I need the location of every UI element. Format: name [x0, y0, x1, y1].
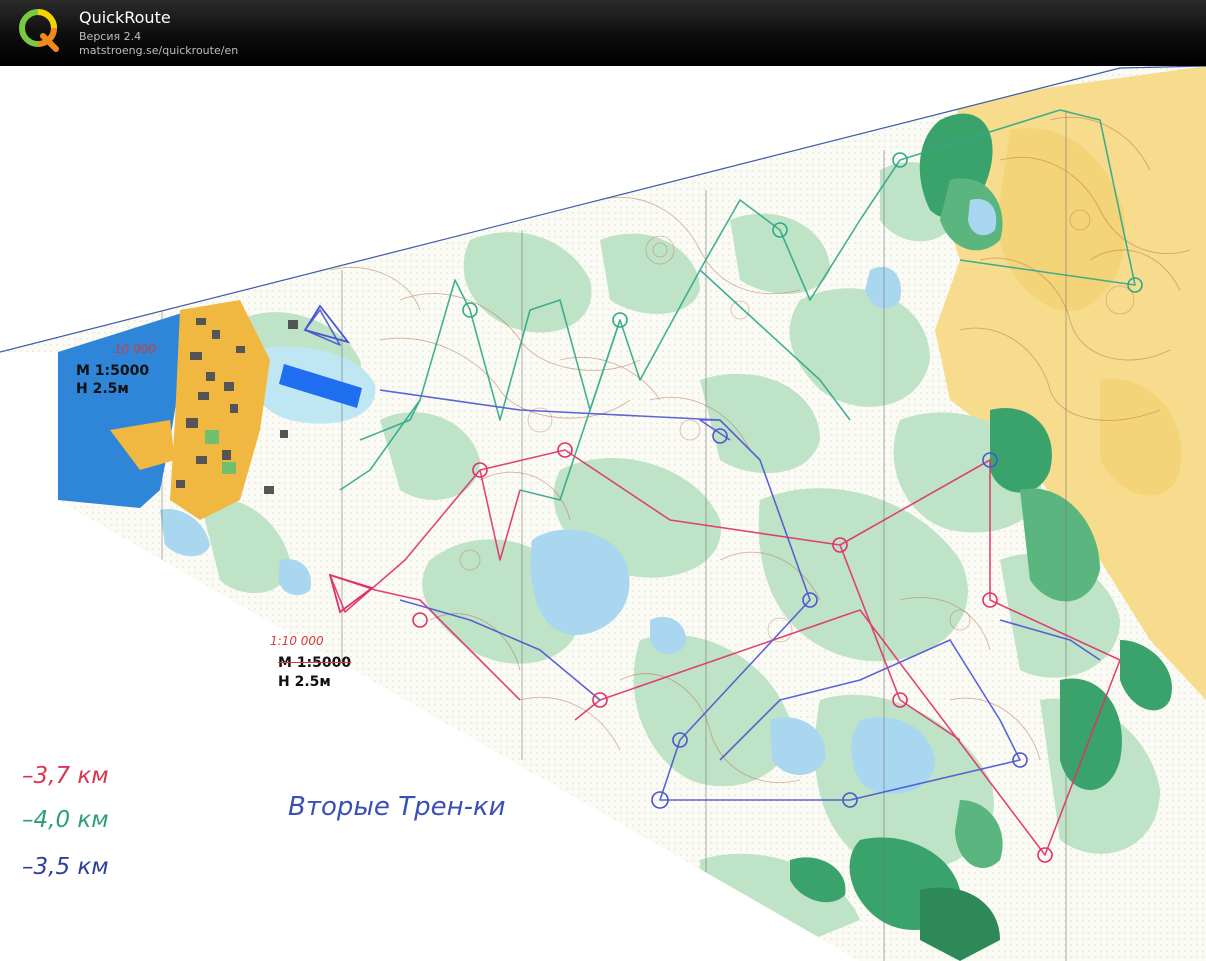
handwritten-scale-bottom: 1:10 000 — [270, 634, 324, 648]
app-url: matstroeng.se/quickroute/en — [79, 44, 239, 57]
quickroute-logo-icon — [19, 9, 59, 52]
distance-red-course: –3,7 км — [22, 763, 109, 789]
contour-interval-bottom: H 2.5м — [278, 674, 331, 690]
app-title: QuickRoute — [79, 8, 171, 27]
contour-interval-top: H 2.5м — [76, 381, 129, 397]
orienteering-map[interactable]: 10 000 M 1:5000 H 2.5м 1:10 000 M 1:5000… — [0, 66, 1206, 961]
app-version: Версия 2.4 — [79, 30, 142, 43]
handwritten-training-title: Вторые Трен-ки — [288, 792, 506, 822]
distance-green-course: –4,0 км — [22, 807, 109, 833]
map-canvas — [0, 66, 1206, 961]
map-scale-bottom: M 1:5000 — [278, 655, 352, 671]
map-scale-top: M 1:5000 — [76, 363, 150, 379]
distance-blue-course: –3,5 км — [22, 854, 109, 880]
handwritten-scale-top: 10 000 — [114, 342, 156, 356]
title-bar: QuickRoute Версия 2.4 matstroeng.se/quic… — [0, 0, 1206, 66]
